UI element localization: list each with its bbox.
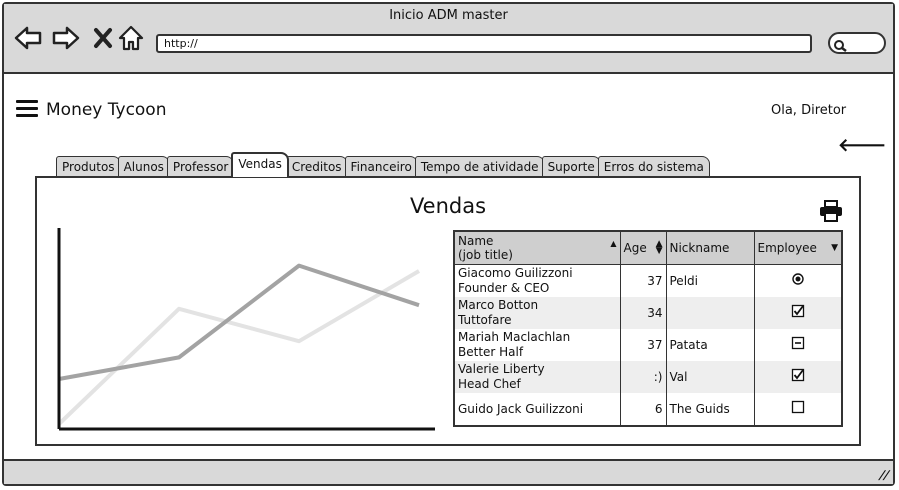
- checkbox-indeterminate-icon[interactable]: [791, 336, 805, 350]
- cell-employee: [754, 393, 843, 426]
- cell-name: Guido Jack Guilizzoni: [454, 393, 621, 426]
- url-input[interactable]: http://: [156, 34, 812, 53]
- panel-title: Vendas: [409, 194, 487, 218]
- sort-asc-icon: ▲: [610, 239, 617, 248]
- app-title: Money Tycoon: [46, 100, 167, 120]
- table-row[interactable]: Mariah Maclachlan Better Half 37 Patata: [454, 329, 843, 361]
- line-chart: [57, 228, 435, 431]
- cell-name: Valerie Liberty Head Chef: [454, 361, 621, 393]
- cell-age: :): [620, 361, 667, 393]
- tab-vendas[interactable]: Vendas: [231, 152, 289, 177]
- tab-creditos[interactable]: Creditos: [285, 156, 348, 177]
- sort-both-icon: ▲ ▼: [655, 239, 663, 256]
- cell-employee: [754, 264, 843, 297]
- cell-employee: [754, 297, 843, 329]
- cell-employee: [754, 329, 843, 361]
- cell-age: 34: [620, 297, 667, 329]
- cell-age: 37: [620, 329, 667, 361]
- cell-nickname: Peldi: [666, 264, 755, 297]
- tab-bar: Produtos Alunos Professor Vendas Credito…: [56, 152, 710, 177]
- employee-name: Valerie Liberty: [458, 362, 545, 376]
- table-row[interactable]: Guido Jack Guilizzoni 6 The Guids: [454, 393, 843, 426]
- browser-statusbar: //: [4, 459, 893, 484]
- tab-tempo-de-atividade[interactable]: Tempo de atividade: [414, 156, 545, 177]
- table-row[interactable]: Valerie Liberty Head Chef:) Val: [454, 361, 843, 393]
- printer-icon[interactable]: [819, 200, 843, 222]
- vendas-panel: Vendas ▲ Name (job title) Age ▲ ▼ Nickna…: [35, 176, 861, 446]
- radio-selected-icon[interactable]: [791, 272, 805, 286]
- column-header-nickname[interactable]: Nickname: [666, 231, 755, 265]
- checkbox-unchecked-icon[interactable]: [791, 400, 805, 414]
- home-icon[interactable]: [117, 24, 145, 52]
- browser-titlebar: Inicio ADM master http://: [4, 4, 893, 74]
- column-header-name[interactable]: ▲ Name (job title): [454, 231, 621, 265]
- column-header-employee[interactable]: Employee ▼: [754, 231, 843, 265]
- chart-series-line-1: [58, 263, 420, 381]
- cell-nickname: [666, 297, 755, 329]
- employee-name: Guido Jack Guilizzoni: [458, 401, 584, 416]
- cell-age: 6: [620, 393, 667, 426]
- employee-name: Mariah Maclachlan: [458, 330, 571, 344]
- hamburger-menu-icon[interactable]: [16, 100, 38, 118]
- cell-nickname: The Guids: [666, 393, 755, 426]
- tab-produtos[interactable]: Produtos: [56, 156, 121, 177]
- window-title: Inicio ADM master: [389, 8, 508, 23]
- chart-series-line-2: [57, 269, 421, 426]
- employee-name: Marco Botton: [458, 298, 539, 312]
- cell-name: Giacomo Guilizzoni Founder & CEO: [454, 264, 621, 297]
- employee-table: ▲ Name (job title) Age ▲ ▼ Nickname Employ…: [453, 230, 843, 427]
- cell-employee: [754, 361, 843, 393]
- job-title: Founder & CEO: [458, 281, 550, 295]
- search-field[interactable]: [828, 32, 886, 54]
- tab-erros-do-sistema[interactable]: Erros do sistema: [597, 156, 710, 177]
- table-row[interactable]: Giacomo Guilizzoni Founder & CEO 37 Peldi: [454, 264, 843, 297]
- employee-name: Giacomo Guilizzoni: [458, 266, 573, 280]
- checkbox-checked-icon[interactable]: [791, 304, 805, 318]
- job-title: Tuttofare: [458, 313, 512, 327]
- checkbox-checked-icon[interactable]: [791, 368, 805, 382]
- resize-grip-icon[interactable]: //: [878, 468, 892, 482]
- arrow-left-icon[interactable]: [14, 24, 42, 52]
- back-arrow-icon[interactable]: 🡐: [838, 135, 886, 156]
- column-header-age[interactable]: Age ▲ ▼: [620, 231, 667, 265]
- arrow-right-icon[interactable]: [52, 24, 80, 52]
- tab-suporte[interactable]: Suporte: [541, 156, 601, 177]
- table-row[interactable]: Marco Botton Tuttofare 34: [454, 297, 843, 329]
- table-header-row: ▲ Name (job title) Age ▲ ▼ Nickname Employ…: [454, 231, 843, 265]
- user-greeting: Ola, Diretor: [771, 103, 847, 118]
- cell-age: 37: [620, 264, 667, 297]
- tab-professor[interactable]: Professor: [166, 156, 235, 177]
- tab-alunos[interactable]: Alunos: [117, 156, 170, 177]
- sort-desc-icon: ▼: [831, 243, 838, 253]
- cell-nickname: Patata: [666, 329, 755, 361]
- search-icon: [833, 37, 847, 56]
- cell-name: Marco Botton Tuttofare: [454, 297, 621, 329]
- cell-nickname: Val: [666, 361, 755, 393]
- job-title: Better Half: [458, 345, 524, 359]
- close-icon[interactable]: [89, 24, 117, 52]
- cell-name: Mariah Maclachlan Better Half: [454, 329, 621, 361]
- job-title: Head Chef: [458, 377, 521, 391]
- tab-financeiro[interactable]: Financeiro: [344, 156, 418, 177]
